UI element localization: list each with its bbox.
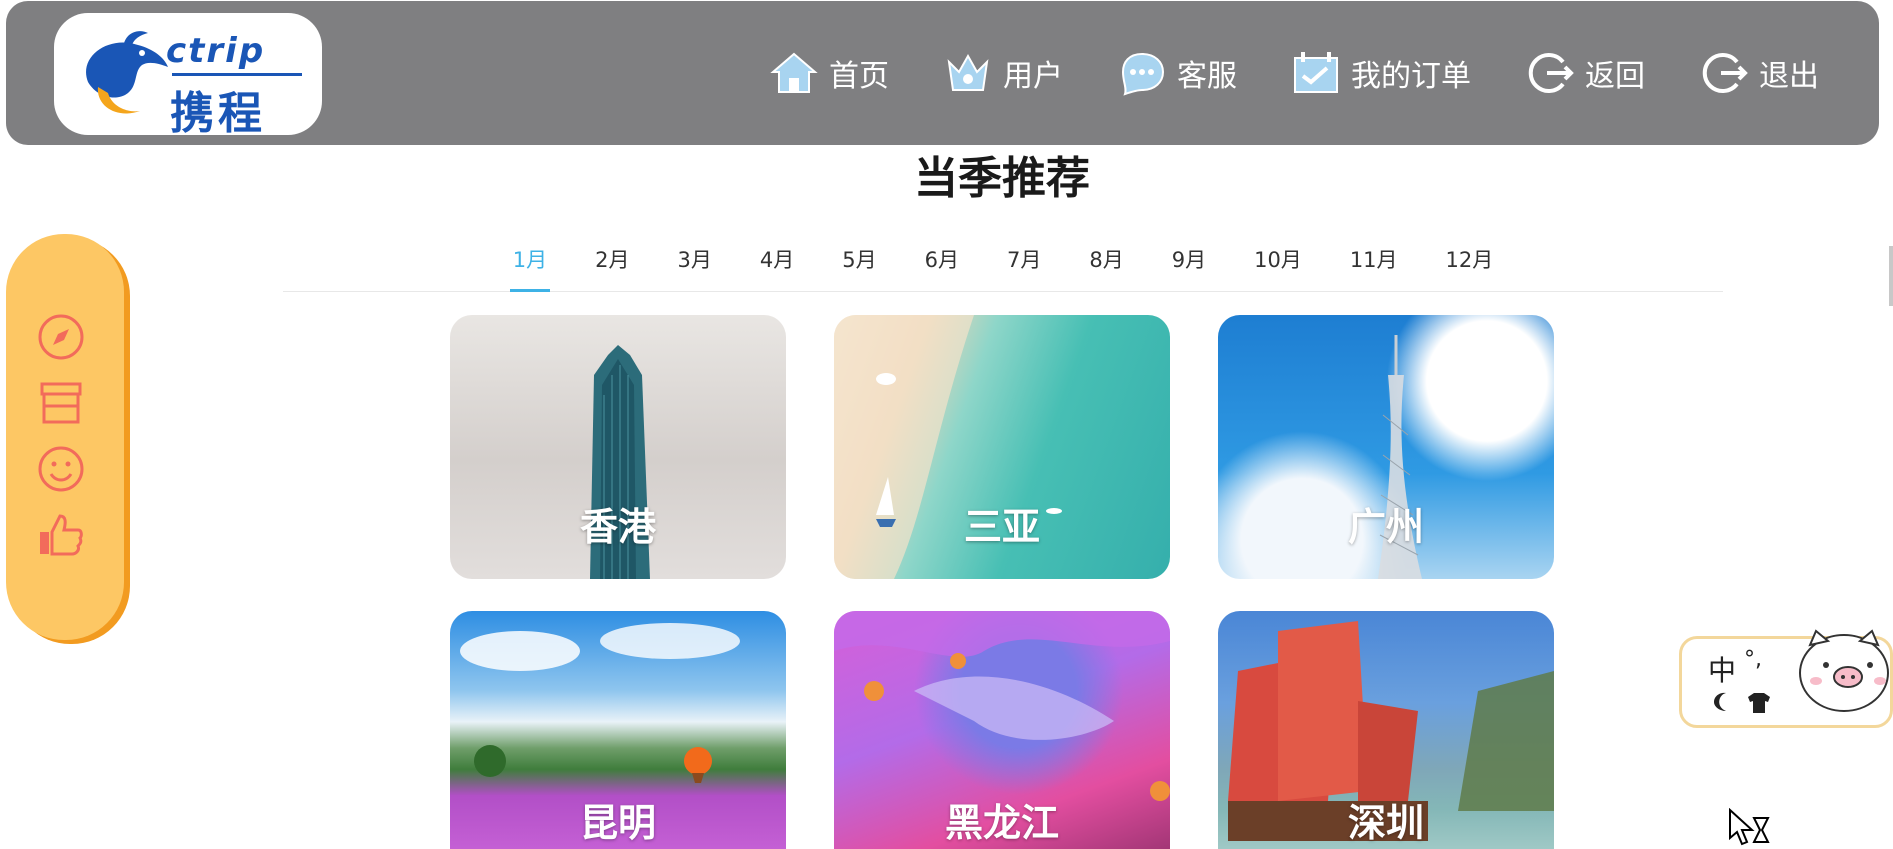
brand-divider — [172, 73, 302, 76]
nav-user[interactable]: 用户 — [943, 48, 1063, 98]
chat-bubble-icon — [1121, 52, 1165, 96]
nav-exit[interactable]: 退出 — [1699, 48, 1819, 98]
destination-name: 广州 — [1347, 505, 1424, 549]
month-tabs: 1月 2月 3月 4月 5月 6月 7月 8月 9月 10月 11月 12月 — [283, 230, 1723, 292]
shirt-icon — [1748, 693, 1770, 713]
tab-month-7[interactable]: 7月 — [1007, 230, 1041, 291]
destination-card-sanya[interactable]: 三亚 — [834, 315, 1170, 579]
nav-back-label: 返回 — [1585, 59, 1645, 94]
logout-arrow-icon — [1702, 53, 1748, 93]
tab-month-2[interactable]: 2月 — [595, 230, 629, 291]
destination-name: 黑龙江 — [944, 801, 1059, 845]
tab-month-10[interactable]: 10月 — [1254, 230, 1302, 291]
busy-cursor-icon — [1729, 808, 1770, 846]
nav-service-label: 客服 — [1177, 59, 1237, 94]
nav-orders-label: 我的订单 — [1351, 59, 1471, 94]
home-icon — [770, 52, 818, 93]
floating-sidebar — [6, 234, 124, 640]
tab-month-9[interactable]: 9月 — [1172, 230, 1206, 291]
user-crown-icon — [947, 53, 989, 91]
top-navigation-bar: ctrip 携程 首页 用户 客服 我的订单 返回 退出 — [6, 1, 1879, 145]
nav-service[interactable]: 客服 — [1117, 48, 1237, 98]
logout-arrow-icon — [1528, 53, 1574, 93]
nav-home[interactable]: 首页 — [769, 48, 889, 98]
ime-status-widget[interactable]: 中 °, — [1679, 629, 1893, 728]
tab-month-11[interactable]: 11月 — [1350, 230, 1398, 291]
thumbs-up-icon[interactable] — [36, 510, 86, 560]
destination-name: 昆明 — [579, 801, 656, 845]
section-title: 当季推荐 — [914, 153, 1090, 204]
scrollbar[interactable] — [1889, 246, 1893, 306]
tab-month-12[interactable]: 12月 — [1446, 230, 1494, 291]
tab-month-6[interactable]: 6月 — [925, 230, 959, 291]
ime-mode-label: 中 — [1708, 654, 1737, 687]
destination-card-guangzhou[interactable]: 广州 — [1218, 315, 1554, 579]
destination-name: 香港 — [579, 505, 656, 549]
tab-month-3[interactable]: 3月 — [677, 230, 711, 291]
ctrip-logo[interactable]: ctrip 携程 — [54, 13, 322, 139]
destination-name: 深圳 — [1347, 801, 1424, 845]
smile-icon[interactable] — [36, 444, 86, 494]
store-icon[interactable] — [36, 378, 86, 428]
destination-card-shenzhen[interactable]: 深圳 — [1218, 611, 1554, 849]
nav-user-label: 用户 — [1003, 59, 1063, 94]
destination-card-kunming[interactable]: 昆明 — [450, 611, 786, 849]
main-nav: 首页 用户 客服 我的订单 返回 退出 — [769, 43, 1819, 103]
tab-month-4[interactable]: 4月 — [760, 230, 794, 291]
nav-home-label: 首页 — [829, 59, 889, 94]
tab-month-8[interactable]: 8月 — [1089, 230, 1123, 291]
tab-month-5[interactable]: 5月 — [842, 230, 876, 291]
brand-english: ctrip — [166, 31, 266, 71]
dolphin-logo-icon — [86, 31, 168, 114]
moon-icon — [1714, 692, 1726, 711]
pig-mascot-icon — [1799, 629, 1889, 712]
tab-month-1[interactable]: 1月 — [509, 230, 551, 292]
destination-name: 三亚 — [963, 505, 1040, 549]
brand-chinese: 携程 — [170, 88, 266, 139]
nav-orders[interactable]: 我的订单 — [1291, 48, 1471, 98]
nav-back[interactable]: 返回 — [1525, 48, 1645, 98]
destination-card-heilongjiang[interactable]: 黑龙江 — [834, 611, 1170, 849]
calendar-check-icon — [1294, 52, 1338, 93]
ime-punct-label: °, — [1744, 647, 1762, 672]
compass-icon[interactable] — [36, 312, 86, 362]
nav-exit-label: 退出 — [1759, 59, 1819, 94]
destination-card-hongkong[interactable]: 香港 — [450, 315, 786, 579]
